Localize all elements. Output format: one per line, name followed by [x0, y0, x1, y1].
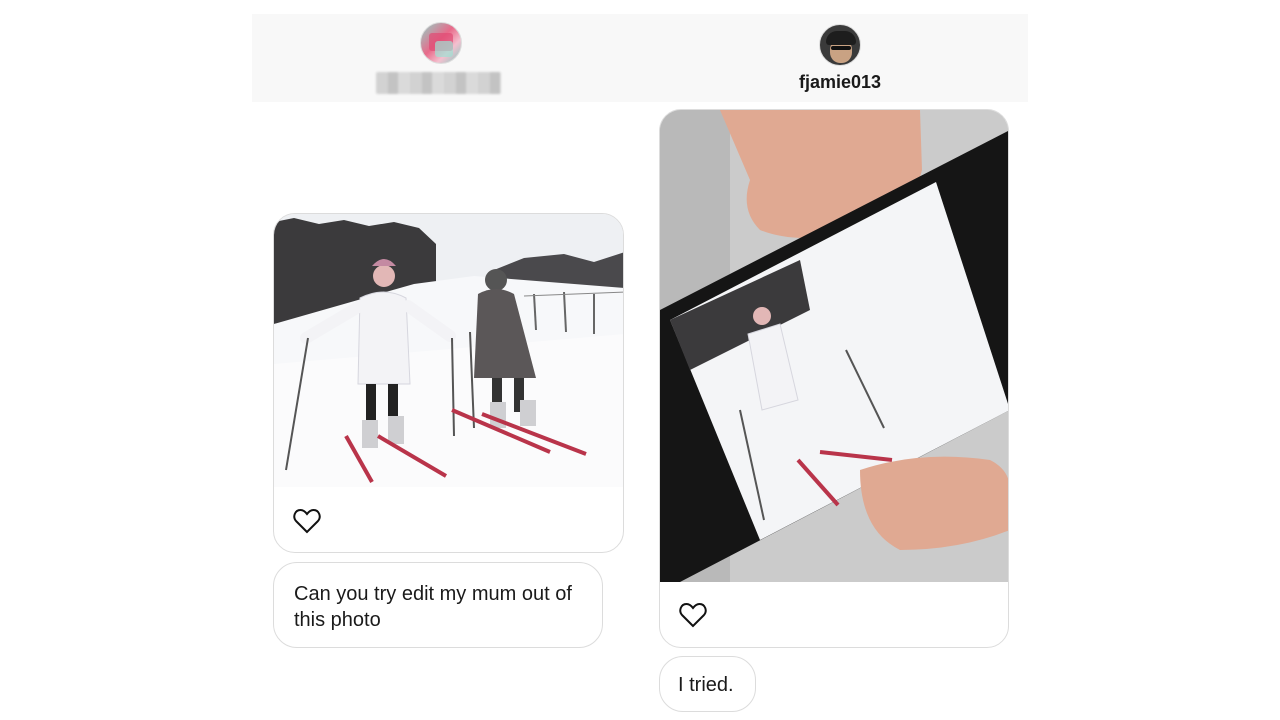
right-user-avatar[interactable] [819, 24, 861, 66]
left-user-avatar[interactable] [420, 22, 462, 64]
phone-photo[interactable] [660, 110, 1008, 582]
message-bubble: Can you try edit my mum out of this phot… [273, 562, 603, 648]
avatar-glasses [831, 46, 851, 50]
photo-message-card[interactable] [659, 109, 1009, 648]
heart-outline-icon[interactable] [679, 602, 707, 628]
ski-photo[interactable] [274, 214, 623, 487]
phone-scene-illustration [660, 110, 1008, 582]
heart-outline-icon[interactable] [293, 508, 321, 534]
ski-scene-illustration [274, 214, 623, 487]
left-username-blurred [376, 72, 501, 94]
photo-message-card[interactable] [273, 213, 624, 553]
user-avatar-icon [429, 33, 453, 57]
right-username[interactable]: fjamie013 [740, 72, 940, 93]
message-bubble: I tried. [659, 656, 756, 712]
avatar-cap [826, 31, 856, 45]
